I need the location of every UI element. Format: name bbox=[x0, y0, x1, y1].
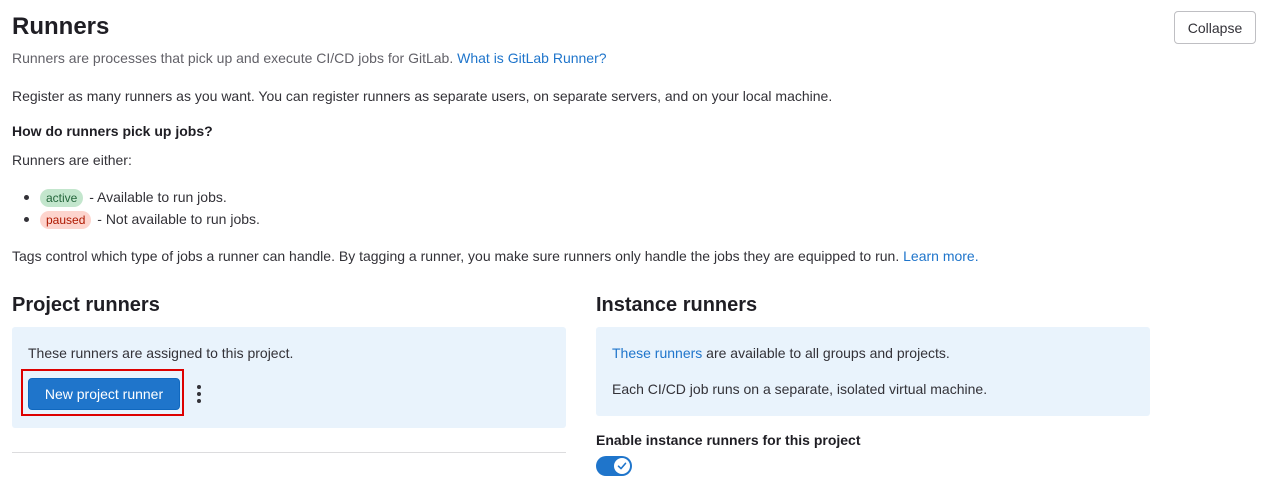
paused-badge: paused bbox=[40, 211, 92, 230]
instance-runners-panel: These runners are available to all group… bbox=[596, 327, 1150, 416]
status-item-paused: paused - Not available to run jobs. bbox=[24, 208, 260, 230]
runner-status-list: active - Available to run jobs. paused -… bbox=[12, 186, 260, 230]
these-runners-link[interactable]: These runners bbox=[612, 345, 702, 361]
learn-more-link[interactable]: Learn more. bbox=[903, 248, 978, 264]
subtitle-text: Runners are processes that pick up and e… bbox=[12, 50, 454, 66]
availability-text: are available to all groups and projects… bbox=[706, 345, 950, 361]
collapse-button[interactable]: Collapse bbox=[1174, 11, 1256, 44]
project-runners-description: These runners are assigned to this proje… bbox=[28, 345, 294, 361]
project-runners-panel: These runners are assigned to this proje… bbox=[12, 327, 566, 428]
tags-text: Tags control which type of jobs a runner… bbox=[12, 248, 900, 264]
instance-availability-text: These runners are available to all group… bbox=[612, 344, 950, 362]
paused-description: - Not available to run jobs. bbox=[97, 211, 260, 227]
active-description: - Available to run jobs. bbox=[89, 189, 227, 205]
check-icon bbox=[617, 462, 627, 470]
active-badge: active bbox=[40, 189, 84, 208]
project-runners-heading: Project runners bbox=[12, 294, 160, 316]
page-subtitle: Runners are processes that pick up and e… bbox=[12, 49, 607, 67]
toggle-knob bbox=[614, 458, 630, 474]
new-project-runner-button[interactable]: New project runner bbox=[28, 378, 180, 410]
ellipsis-v-icon[interactable] bbox=[192, 382, 206, 406]
runners-either-text: Runners are either: bbox=[12, 152, 132, 168]
what-is-runner-link[interactable]: What is GitLab Runner? bbox=[457, 50, 606, 66]
section-divider bbox=[12, 452, 566, 453]
instance-isolation-text: Each CI/CD job runs on a separate, isola… bbox=[612, 381, 988, 397]
tags-description: Tags control which type of jobs a runner… bbox=[12, 247, 979, 265]
pickup-question-heading: How do runners pick up jobs? bbox=[12, 123, 213, 139]
instance-runners-heading: Instance runners bbox=[596, 294, 758, 316]
page-title: Runners bbox=[12, 13, 110, 40]
instance-runners-toggle-label: Enable instance runners for this project bbox=[596, 432, 861, 448]
status-item-active: active - Available to run jobs. bbox=[24, 186, 260, 208]
instance-runners-toggle[interactable] bbox=[596, 456, 632, 476]
register-description: Register as many runners as you want. Yo… bbox=[12, 88, 833, 104]
